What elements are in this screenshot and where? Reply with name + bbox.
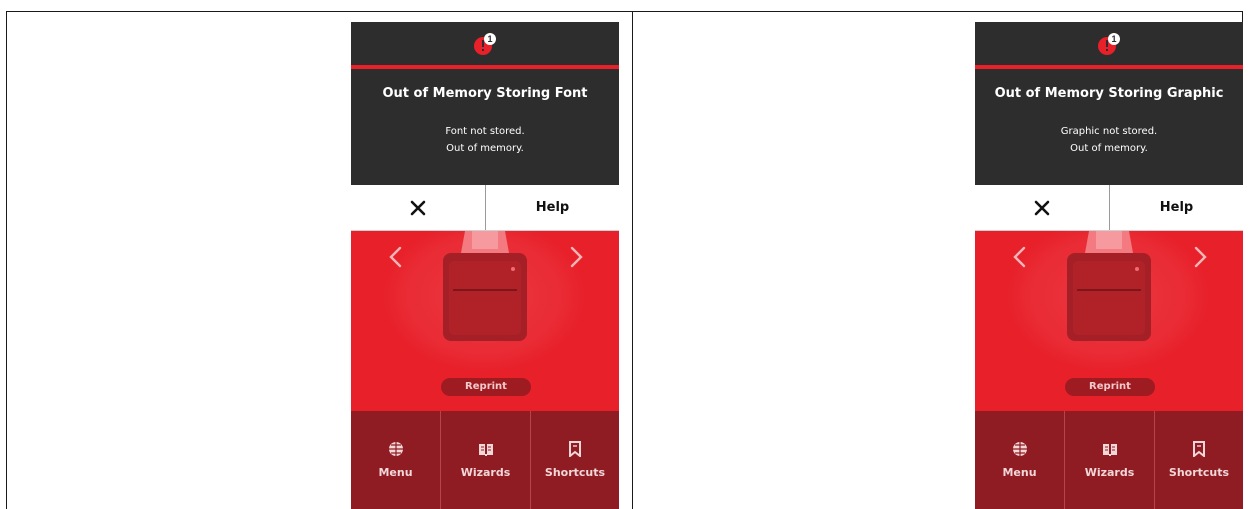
alert-message-panel: Out of Memory Storing Font Font not stor… [351, 69, 619, 185]
table-center-divider [632, 11, 633, 509]
globe-icon [388, 442, 403, 456]
printer-screen-graphic: 1 Out of Memory Storing Graphic Graphic … [975, 22, 1243, 509]
alert-message-panel: Out of Memory Storing Graphic Graphic no… [975, 69, 1243, 185]
nav-tab-shortcuts[interactable]: Shortcuts [1155, 411, 1243, 509]
alert-message-line1: Graphic not stored. [1060, 126, 1158, 137]
nav-tab-shortcuts[interactable]: Shortcuts [531, 411, 619, 509]
globe-icon [1012, 442, 1027, 456]
status-header: 1 [351, 22, 619, 65]
chevron-left-icon[interactable] [385, 245, 407, 269]
book-icon [478, 444, 493, 456]
alert-badge-icon[interactable]: 1 [1096, 31, 1122, 57]
chevron-right-icon[interactable] [1189, 245, 1211, 269]
printer-status-stage: Reprint [975, 221, 1243, 411]
alert-count: 1 [487, 34, 492, 44]
close-icon [410, 200, 426, 215]
nav-label-menu: Menu [1002, 466, 1037, 479]
chevron-left-icon[interactable] [1009, 245, 1031, 269]
nav-label-menu: Menu [378, 466, 413, 479]
printer-illustration [1067, 231, 1151, 341]
nav-tab-wizards[interactable]: Wizards [441, 411, 530, 509]
nav-label-wizards: Wizards [460, 466, 511, 479]
nav-tab-wizards[interactable]: Wizards [1065, 411, 1154, 509]
nav-tab-menu[interactable]: Menu [975, 411, 1064, 509]
reprint-button[interactable]: Reprint [441, 378, 531, 396]
bookmark-icon [1193, 441, 1205, 457]
chevron-right-icon[interactable] [565, 245, 587, 269]
close-icon [1034, 200, 1050, 215]
printer-illustration [443, 231, 527, 341]
nav-tab-menu[interactable]: Menu [351, 411, 440, 509]
alert-message-line2: Out of memory. [446, 143, 524, 154]
book-icon [1102, 444, 1117, 456]
alert-badge-icon[interactable]: 1 [472, 31, 498, 57]
table-top-border [6, 11, 1243, 12]
bottom-nav-bar: Menu Wizards Shortcuts [975, 411, 1243, 509]
reprint-button[interactable]: Reprint [1065, 378, 1155, 396]
bookmark-icon [569, 441, 581, 457]
table-left-border [6, 11, 7, 509]
printer-status-stage: Reprint [351, 221, 619, 411]
nav-label-shortcuts: Shortcuts [544, 466, 606, 479]
alert-message-line2: Out of memory. [1070, 143, 1148, 154]
status-header: 1 [975, 22, 1243, 65]
alert-count: 1 [1111, 34, 1116, 44]
printer-screen-font: 1 Out of Memory Storing Font Font not st… [351, 22, 619, 509]
alert-message-line1: Font not stored. [445, 126, 525, 137]
nav-label-wizards: Wizards [1084, 466, 1135, 479]
bottom-nav-bar: Menu Wizards Shortcuts [351, 411, 619, 509]
alert-title: Out of Memory Storing Font [382, 86, 588, 101]
alert-title: Out of Memory Storing Graphic [994, 86, 1224, 101]
nav-label-shortcuts: Shortcuts [1168, 466, 1230, 479]
